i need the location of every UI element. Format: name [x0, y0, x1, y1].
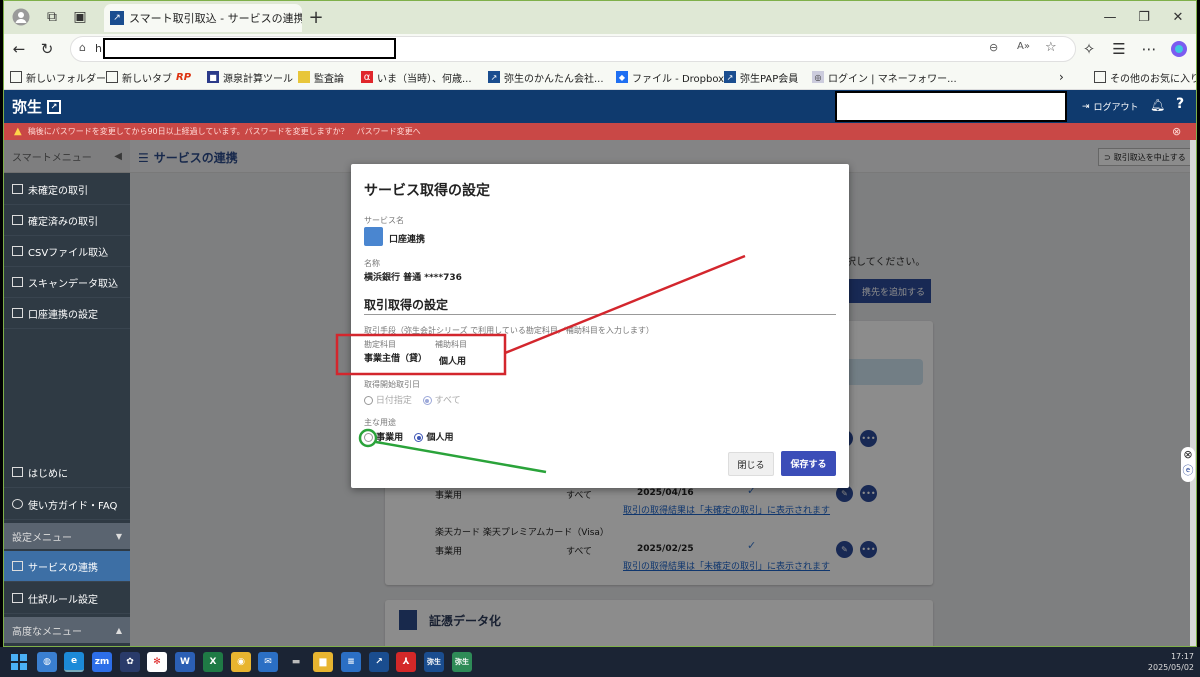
clock-date: 2025/05/02 — [1147, 663, 1194, 672]
clock-time: 17:17 — [1170, 652, 1194, 661]
system-clock[interactable]: 17:17 2025/05/02 — [1138, 651, 1194, 673]
browser-window: ⧉ ▣ ↗ スマート取引取込 - サービスの連携 ✕ + — ❐ ✕ ← ↻ ⌂… — [3, 0, 1197, 647]
yayoi-accounting-icon[interactable]: 弥生 — [424, 652, 444, 672]
mail-icon[interactable]: ✉ — [258, 652, 278, 672]
excel-icon[interactable]: X — [203, 652, 223, 672]
notes-app-icon[interactable]: ≡ — [341, 652, 361, 672]
edge-icon[interactable]: e — [64, 652, 84, 672]
puzzle-app-icon[interactable]: ✿ — [120, 652, 140, 672]
yayoi-app-icon[interactable]: ↗ — [369, 652, 389, 672]
globe-icon[interactable]: ◍ — [37, 652, 57, 672]
green-annotation-line — [375, 440, 547, 474]
taskbar: ◍ e zm ✿ ✻ W X ◉ ✉ ▬ ▆ ≡ ↗ ⅄ 弥生 弥生 17:17… — [0, 647, 1200, 677]
zoom-app-icon[interactable]: zm — [92, 652, 112, 672]
folder-icon[interactable]: ▆ — [313, 652, 333, 672]
green-annotation-circle — [358, 428, 378, 448]
yayoi-blue-icon[interactable]: 弥生 — [452, 652, 472, 672]
pdf-icon[interactable]: ⅄ — [396, 652, 416, 672]
start-icon[interactable] — [9, 652, 29, 672]
mixed-app-icon[interactable]: ✻ — [147, 652, 167, 672]
red-annotation-line — [504, 254, 746, 355]
red-annotation-box — [335, 333, 507, 376]
word-icon[interactable]: W — [175, 652, 195, 672]
tray-icon[interactable]: ▬ — [286, 652, 306, 672]
annotation-layer — [335, 254, 746, 474]
chrome-icon[interactable]: ◉ — [231, 652, 251, 672]
